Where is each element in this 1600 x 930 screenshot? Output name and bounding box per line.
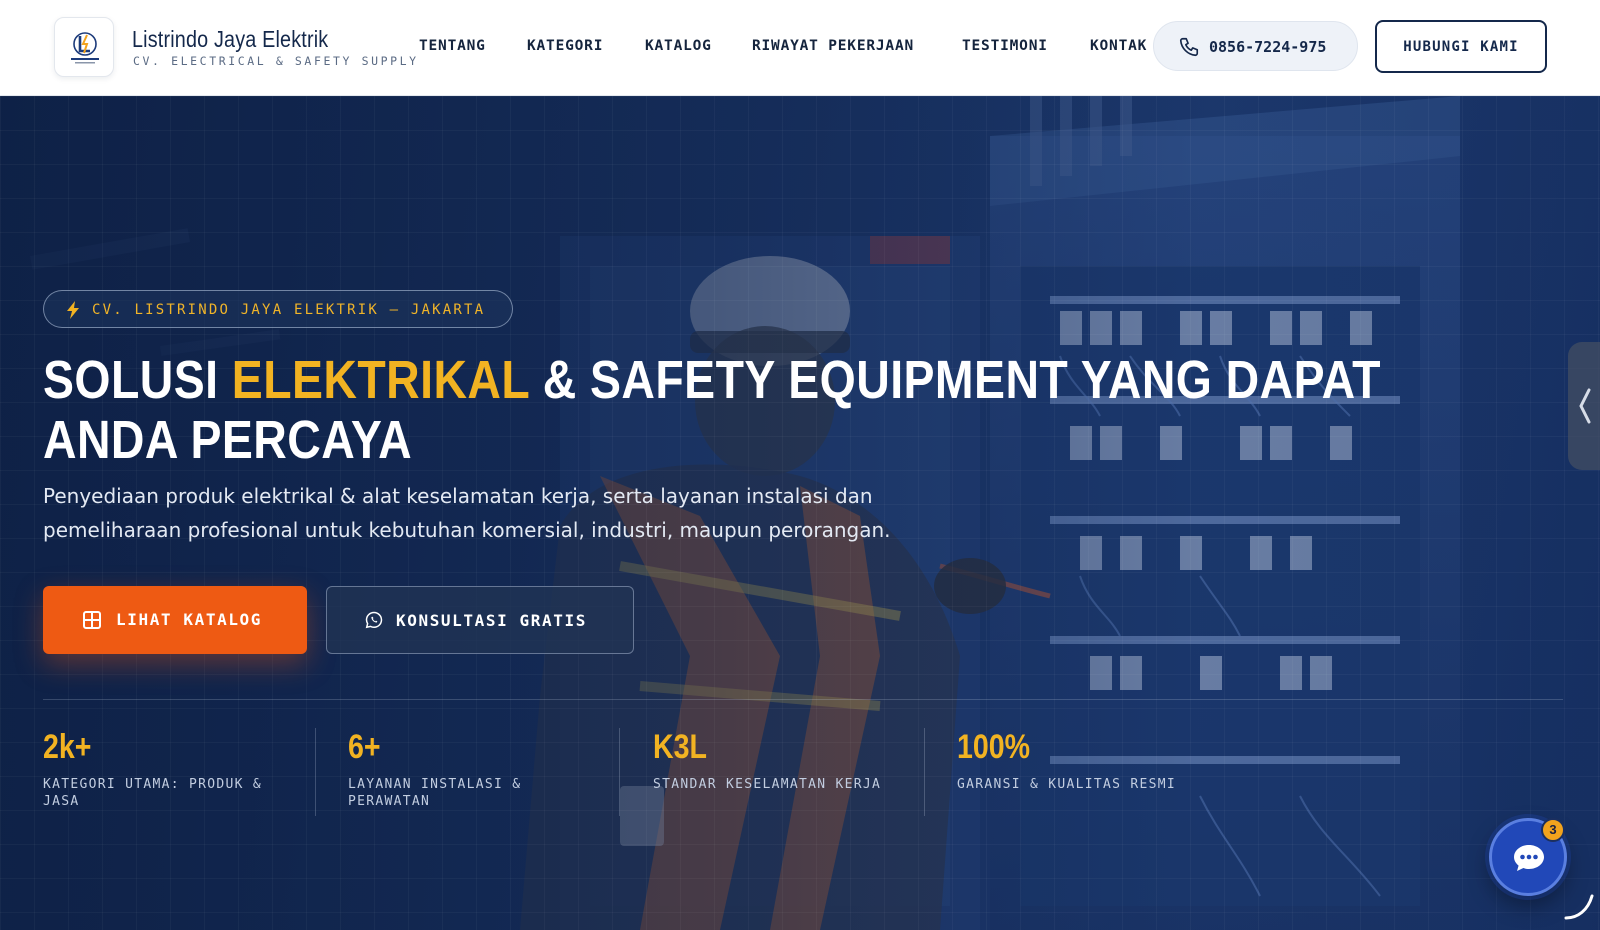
stat-value: K3L (653, 728, 707, 766)
stat-value: 2k+ (43, 728, 92, 766)
nav-item-kategori[interactable]: KATEGORI (527, 38, 603, 54)
stat-label: LAYANAN INSTALASI & PERAWATAN (348, 777, 522, 809)
stat-label: STANDAR KESELAMATAN KERJA (653, 777, 882, 792)
whatsapp-icon (365, 611, 383, 629)
phone-number: 0856-7224-975 (1209, 38, 1327, 56)
nav-item-kontak[interactable]: KONTAK (1090, 38, 1147, 54)
stat-layanan: 6+ LAYANAN INSTALASI & PERAWATAN (348, 726, 638, 810)
phone-link[interactable]: 0856-7224-975 (1153, 21, 1358, 71)
stat-separator (924, 728, 925, 816)
lihat-katalog-button[interactable]: LIHAT KATALOG (43, 586, 307, 654)
stat-kategori: 2k+ KATEGORI UTAMA: PRODUK & JASA (43, 726, 333, 810)
hero-badge-text: CV. LISTRINDO JAYA ELEKTRIK — JAKARTA (92, 302, 486, 318)
hero-badge: CV. LISTRINDO JAYA ELEKTRIK — JAKARTA (43, 290, 513, 328)
nav-item-tentang[interactable]: TENTANG (419, 38, 486, 54)
chevron-left-icon (1579, 388, 1591, 424)
stat-separator (619, 728, 620, 816)
grid-icon (83, 611, 101, 629)
konsultasi-gratis-button[interactable]: KONSULTASI GRATIS (326, 586, 634, 654)
nav-item-testimoni[interactable]: TESTIMONI (962, 38, 1048, 54)
headline-highlight: ELEKTRIKAL (231, 350, 530, 410)
side-panel-toggle[interactable] (1568, 342, 1600, 470)
stat-label: GARANSI & KUALITAS RESMI (957, 777, 1177, 792)
nav-item-katalog[interactable]: KATALOG (645, 38, 712, 54)
company-logo[interactable] (54, 17, 114, 77)
logo-emblem-icon (71, 32, 99, 64)
hero-section: CV. LISTRINDO JAYA ELEKTRIK — JAKARTA SO… (0, 96, 1600, 930)
hero-description: Penyediaan produk elektrikal & alat kese… (43, 484, 891, 542)
stat-value: 6+ (348, 728, 381, 766)
hubungi-kami-button[interactable]: HUBUNGI KAMI (1375, 20, 1547, 73)
brand-name[interactable]: Listrindo Jaya Elektrik (132, 26, 328, 53)
site-header: Listrindo Jaya Elektrik CV. ELECTRICAL &… (0, 0, 1600, 96)
chat-bubble-icon (1514, 845, 1544, 871)
stat-separator (315, 728, 316, 816)
nav-item-riwayat-pekerjaan[interactable]: RIWAYAT PEKERJAAN (752, 38, 914, 54)
stat-garansi: 100% GARANSI & KUALITAS RESMI (957, 726, 1247, 793)
konsultasi-gratis-label: KONSULTASI GRATIS (396, 611, 587, 630)
scroll-progress-icon (1564, 894, 1594, 920)
lihat-katalog-label: LIHAT KATALOG (116, 610, 263, 629)
stat-value: 100% (957, 728, 1031, 766)
stats-divider (43, 699, 1563, 700)
hero-headline: SOLUSI ELEKTRIKAL & SAFETY EQUIPMENT YAN… (43, 350, 1380, 470)
brand-tagline: CV. ELECTRICAL & SAFETY SUPPLY (133, 54, 419, 68)
hero-headline-line-2: ANDA PERCAYA (43, 410, 413, 470)
hero-headline-line-1: SOLUSI ELEKTRIKAL & SAFETY EQUIPMENT YAN… (43, 350, 1380, 410)
chat-unread-badge: 3 (1541, 818, 1565, 842)
lightning-bolt-icon (67, 301, 79, 319)
headline-part-1: SOLUSI (43, 350, 232, 410)
stat-label: KATEGORI UTAMA: PRODUK & JASA (43, 777, 263, 809)
stat-k3l: K3L STANDAR KESELAMATAN KERJA (653, 726, 943, 793)
headline-part-2: & SAFETY EQUIPMENT YANG DAPAT (529, 350, 1381, 410)
phone-icon (1179, 37, 1199, 57)
